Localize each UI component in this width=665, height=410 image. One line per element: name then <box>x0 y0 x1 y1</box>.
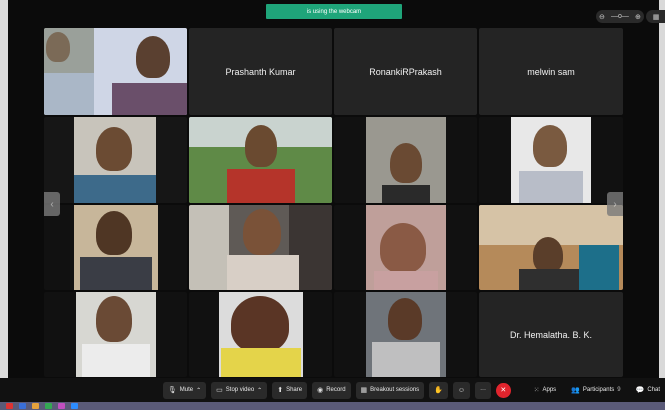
app-icon[interactable] <box>45 403 52 409</box>
end-call-button[interactable]: ✕ <box>496 382 511 398</box>
chevron-right-icon: › <box>613 198 617 210</box>
participant-name: Prashanth Kumar <box>225 66 296 77</box>
previous-page-button[interactable]: ‹ <box>44 192 60 216</box>
right-edge <box>659 0 665 410</box>
chevron-up-icon[interactable]: ⌃ <box>196 387 201 394</box>
webcam-banner: is using the webcam <box>266 4 402 19</box>
os-taskbar <box>0 402 665 410</box>
record-button[interactable]: ◉ Record <box>312 381 351 399</box>
participants-count-badge: 9 <box>617 387 621 393</box>
view-controls[interactable]: ⊖ —o— ⊕ <box>596 10 644 23</box>
video-tile-1[interactable] <box>44 28 187 115</box>
hand-button[interactable]: ✋ <box>429 381 448 399</box>
meeting-window: is using the webcam ⊖ —o— ⊕ ▦ Prashanth Ku… <box>0 0 665 410</box>
video-tile-6[interactable] <box>189 117 332 203</box>
video-tile-11[interactable] <box>334 205 477 290</box>
hand-icon: ✋ <box>434 387 443 394</box>
reactions-button[interactable]: ☺ <box>452 381 471 399</box>
chevron-left-icon: ‹ <box>50 198 54 210</box>
grid-icon: ▦ <box>652 13 660 21</box>
zoom-out-icon[interactable]: ⊖ <box>599 13 605 21</box>
app-icon[interactable] <box>71 403 78 409</box>
video-tile-14[interactable] <box>189 292 332 377</box>
participants-button[interactable]: 👥 Participants 9 <box>566 382 625 399</box>
participant-name: Dr. Hemalatha. B. K. <box>509 329 593 340</box>
apps-button[interactable]: ⁙ Apps <box>529 382 562 399</box>
video-tile-9[interactable] <box>44 205 187 290</box>
breakout-icon: ▦ <box>360 387 368 394</box>
participant-name: melwin sam <box>527 66 575 77</box>
emoji-icon: ☺ <box>457 386 466 394</box>
microphone-icon: 🎙 <box>167 387 177 394</box>
app-icon[interactable] <box>6 403 13 409</box>
app-icon[interactable] <box>58 403 65 409</box>
next-page-button[interactable]: › <box>607 192 623 216</box>
video-tile-5[interactable] <box>44 117 187 203</box>
breakout-sessions-button[interactable]: ▦ Breakout sessions <box>355 381 425 399</box>
participant-name: RonankiRPrakash <box>369 66 442 77</box>
video-tile-15[interactable] <box>334 292 477 377</box>
video-tile-2[interactable]: Prashanth Kumar <box>189 28 332 115</box>
video-tile-8[interactable] <box>479 117 623 203</box>
video-tile-3[interactable]: RonankiRPrakash <box>334 28 477 115</box>
share-button[interactable]: ⬆ Share <box>272 381 308 399</box>
app-icon[interactable] <box>32 403 39 409</box>
stop-video-button[interactable]: ▭ Stop video ⌃ <box>211 381 268 399</box>
video-tile-12[interactable] <box>479 205 623 290</box>
mute-button[interactable]: 🎙 Mute ⌃ <box>162 381 207 399</box>
video-tile-10[interactable] <box>189 205 332 290</box>
left-edge <box>0 0 8 410</box>
chat-icon: 💬 <box>635 387 645 394</box>
video-tile-4[interactable]: melwin sam <box>479 28 623 115</box>
slider-icon[interactable]: —o— <box>611 13 629 20</box>
close-icon: ✕ <box>500 387 507 394</box>
chat-button[interactable]: 💬 Chat <box>631 382 665 399</box>
camera-icon: ▭ <box>216 387 223 394</box>
participants-icon: 👥 <box>571 387 580 394</box>
more-button[interactable]: ··· <box>475 381 492 399</box>
zoom-in-icon[interactable]: ⊕ <box>635 13 641 21</box>
layout-button[interactable]: ▦ <box>646 10 665 23</box>
apps-icon: ⁙ <box>533 387 540 394</box>
app-icon[interactable] <box>19 403 26 409</box>
share-icon: ⬆ <box>277 387 284 394</box>
video-tile-16[interactable]: Dr. Hemalatha. B. K. <box>479 292 623 377</box>
video-tile-13[interactable] <box>44 292 187 377</box>
meeting-toolbar: 🎙 Mute ⌃ ▭ Stop video ⌃ ⬆ Share ◉ Record ▦ Brea… <box>0 378 665 402</box>
record-icon: ◉ <box>317 387 324 394</box>
video-tile-7[interactable] <box>334 117 477 203</box>
chevron-up-icon[interactable]: ⌃ <box>257 387 262 394</box>
